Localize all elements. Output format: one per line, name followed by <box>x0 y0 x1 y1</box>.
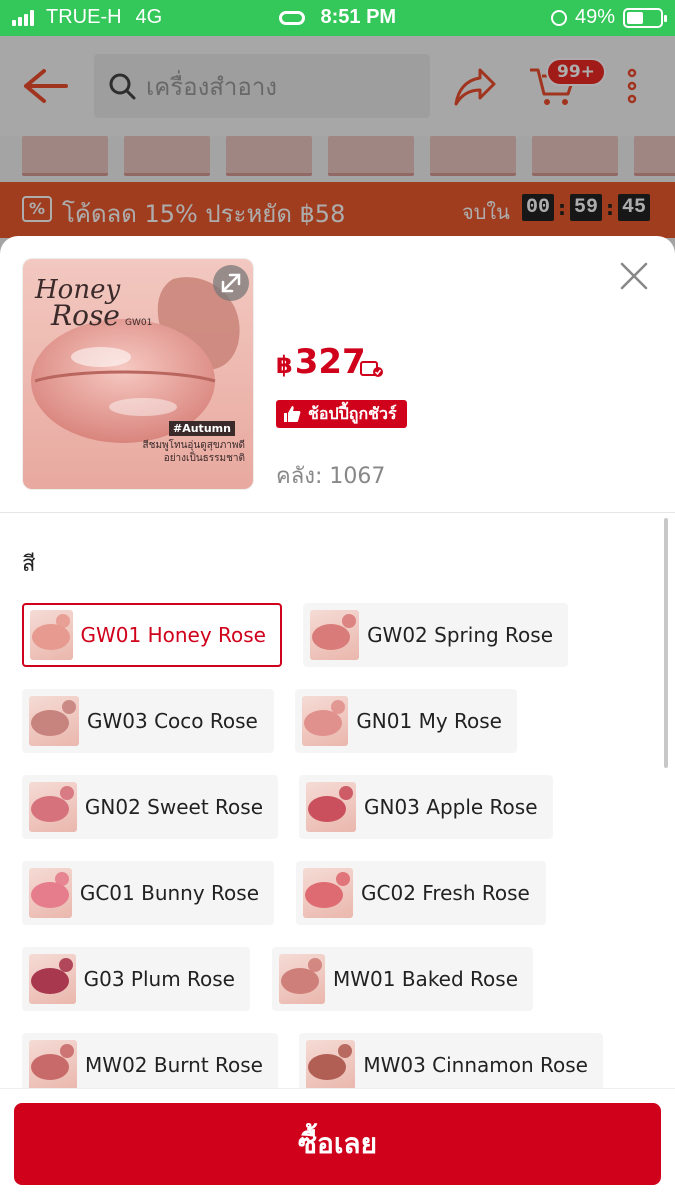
color-option-label: GW01 Honey Rose <box>80 623 267 647</box>
battery-icon <box>623 7 667 28</box>
buy-bar: ซื้อเลย <box>0 1088 675 1200</box>
image-tag: #Autumn <box>169 421 235 436</box>
guarantee-text: ช้อปปี้ถูกชัวร์ <box>308 403 397 423</box>
color-swatch-thumbnail <box>30 610 73 660</box>
product-price: ฿ 327 <box>276 342 366 382</box>
color-option-label: MW01 Baked Rose <box>333 967 518 991</box>
color-option[interactable]: GN02 Sweet Rose <box>22 775 278 839</box>
image-caption-line1: สีชมพูโทนอุ่นดูสุขภาพดี <box>142 440 245 451</box>
color-option[interactable]: GC02 Fresh Rose <box>296 861 546 925</box>
option-group-title: สี <box>22 552 36 577</box>
color-swatch-thumbnail <box>306 1040 356 1090</box>
clock: 8:51 PM <box>320 6 397 28</box>
image-caption-line2: อย่างเป็นธรรมชาติ <box>163 453 245 464</box>
currency-symbol: ฿ <box>276 351 293 379</box>
divider <box>0 512 675 513</box>
color-swatch-thumbnail <box>29 696 79 746</box>
color-swatch-thumbnail <box>306 782 356 832</box>
color-option[interactable]: GW02 Spring Rose <box>303 603 568 667</box>
image-title-line2: Rose <box>51 299 120 332</box>
image-code: GW01 <box>124 318 153 328</box>
color-option-label: GW02 Spring Rose <box>367 623 553 647</box>
battery-level <box>627 11 643 24</box>
coupon-check-icon <box>360 361 383 377</box>
expand-icon <box>221 273 241 293</box>
alarm-icon <box>550 9 567 26</box>
scrollbar[interactable] <box>664 518 668 768</box>
color-swatch-thumbnail <box>29 954 76 1004</box>
color-option-label: GC02 Fresh Rose <box>361 881 530 905</box>
thumbs-up-icon <box>284 406 301 422</box>
color-option[interactable]: GW01 Honey Rose <box>22 603 282 667</box>
color-option[interactable]: GN03 Apple Rose <box>299 775 553 839</box>
color-swatch-thumbnail <box>29 868 72 918</box>
color-swatch-thumbnail <box>303 868 353 918</box>
color-swatch-thumbnail <box>29 782 77 832</box>
color-option[interactable]: G03 Plum Rose <box>22 947 250 1011</box>
color-swatch-thumbnail <box>279 954 325 1004</box>
status-bar: TRUE-H 4G 8:51 PM 49% <box>0 0 675 36</box>
color-option-label: GC01 Bunny Rose <box>79 881 259 905</box>
link-icon <box>278 10 305 25</box>
product-image[interactable]: Honey Rose GW01 #Autumn สีชมพูโทนอุ่นดูส… <box>22 258 254 490</box>
color-option-label: GW03 Coco Rose <box>87 709 258 733</box>
guarantee-badge: ช้อปปี้ถูกชัวร์ <box>276 400 407 428</box>
buy-now-button[interactable]: ซื้อเลย <box>14 1103 661 1185</box>
color-swatch-thumbnail <box>29 1040 78 1090</box>
stock-count: คลัง: 1067 <box>276 464 386 489</box>
color-swatch-thumbnail <box>310 610 360 660</box>
color-option[interactable]: GN01 My Rose <box>295 689 517 753</box>
price-value: 327 <box>294 342 366 382</box>
color-option-label: GN03 Apple Rose <box>364 795 538 819</box>
color-option-label: MW02 Burnt Rose <box>85 1053 263 1077</box>
battery-percent: 49% <box>574 6 615 28</box>
close-icon[interactable] <box>616 258 652 294</box>
variant-selector-sheet: Honey Rose GW01 #Autumn สีชมพูโทนอุ่นดูส… <box>0 236 675 1200</box>
color-option[interactable]: GW03 Coco Rose <box>22 689 274 753</box>
color-swatch-thumbnail <box>302 696 349 746</box>
color-option-label: GN02 Sweet Rose <box>84 795 263 819</box>
color-option-label: MW03 Cinnamon Rose <box>363 1053 588 1077</box>
color-option-label: GN01 My Rose <box>356 709 502 733</box>
expand-image-button[interactable] <box>213 265 249 301</box>
color-option[interactable]: MW01 Baked Rose <box>272 947 533 1011</box>
color-option[interactable]: GC01 Bunny Rose <box>22 861 274 925</box>
color-option-label: G03 Plum Rose <box>83 967 235 991</box>
